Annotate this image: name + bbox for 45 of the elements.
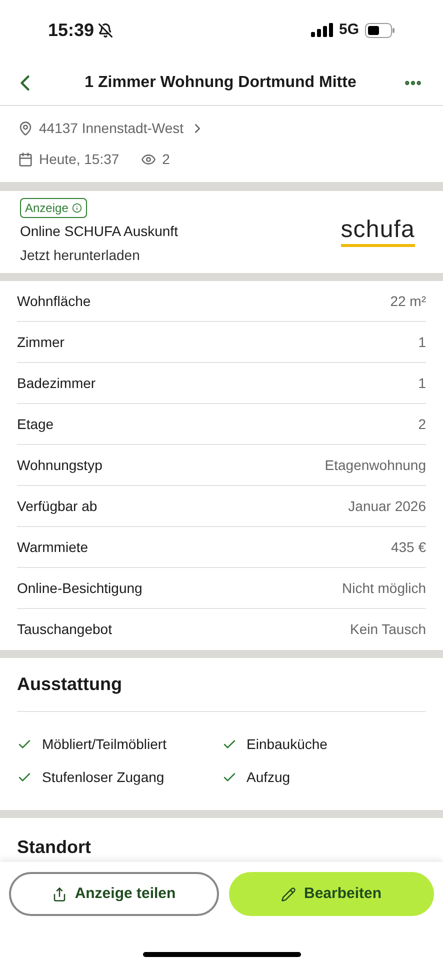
eye-icon — [141, 152, 156, 167]
view-count: 2 — [162, 150, 170, 169]
pencil-icon — [280, 886, 296, 902]
ad-subtitle: Jetzt herunterladen — [20, 246, 140, 265]
ad-title: Online SCHUFA Auskunft — [20, 222, 178, 241]
detail-value: Etagenwohnung — [324, 456, 426, 475]
ad-banner[interactable]: Anzeige Online SCHUFA Auskunft Jetzt herunterladen schufa — [0, 191, 443, 273]
detail-label: Warmmiete — [17, 538, 88, 556]
detail-label: Online-Besichtigung — [17, 578, 142, 598]
feature-label: Aufzug — [246, 768, 290, 787]
detail-label: Wohnungstyp — [17, 456, 102, 475]
section-heading: Standort — [17, 836, 92, 859]
detail-label: Wohnfläche — [17, 292, 91, 310]
detail-value: 435 € — [390, 538, 426, 556]
detail-value: 1 — [418, 332, 426, 352]
section-heading: Ausstattung — [17, 658, 426, 712]
detail-label: Tauschangebot — [17, 620, 112, 639]
detail-label: Badezimmer — [17, 374, 96, 392]
detail-value: 2 — [418, 414, 426, 434]
feature-label: Stufenloser Zugang — [42, 768, 164, 787]
signal-icon — [310, 23, 333, 37]
ad-logo: schufa — [340, 218, 415, 246]
detail-value: Kein Tausch — [350, 620, 426, 639]
status-time: 15:39 — [48, 18, 94, 42]
detail-label: Etage — [17, 414, 54, 434]
edit-button[interactable]: Bearbeiten — [228, 872, 434, 916]
ad-badge: Anzeige — [20, 198, 88, 218]
detail-value: 22 m² — [390, 292, 426, 310]
posted-date: Heute, 15:37 — [39, 150, 120, 169]
detail-value: 1 — [418, 374, 426, 392]
pin-icon — [18, 121, 33, 136]
location-link[interactable]: 44137 Innenstadt-West — [39, 118, 184, 139]
detail-value: Januar 2026 — [348, 496, 426, 516]
feature-label: Möbliert/Teilmöbliert — [42, 735, 166, 754]
detail-label: Zimmer — [17, 332, 64, 352]
detail-label: Verfügbar ab — [17, 496, 98, 516]
detail-value: Nicht möglich — [342, 578, 426, 598]
bell-off-icon — [98, 22, 114, 38]
battery-icon — [365, 22, 395, 38]
calendar-icon — [18, 152, 33, 167]
feature-label: Einbauküche — [246, 735, 328, 754]
network-label: 5G — [338, 20, 359, 40]
share-button[interactable]: Anzeige teilen — [9, 872, 218, 916]
share-icon — [52, 886, 67, 902]
page-title: 1 Zimmer Wohnung Dortmund Mitte — [84, 72, 358, 92]
